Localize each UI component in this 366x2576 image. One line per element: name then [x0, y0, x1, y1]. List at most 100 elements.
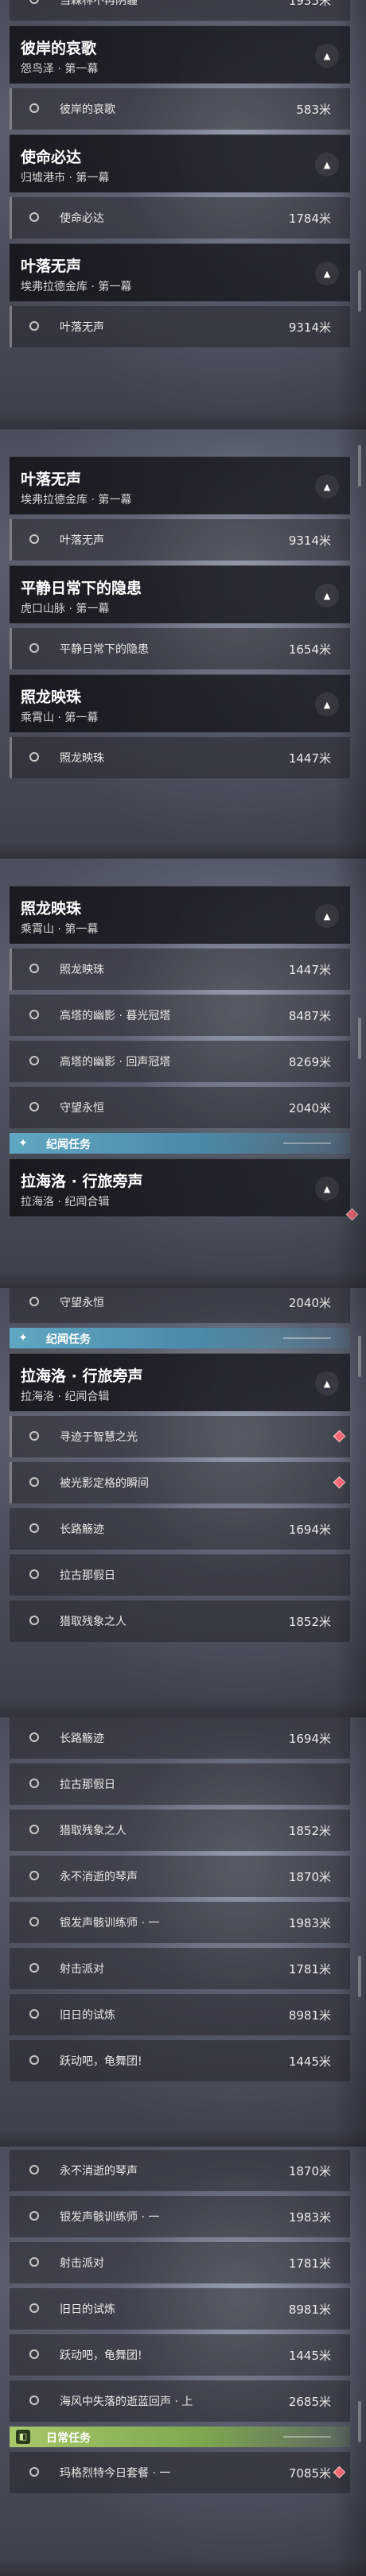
quest-item[interactable]: 当森林不再阴霾 1935米	[10, 0, 350, 21]
track-radio-icon[interactable]	[29, 1871, 39, 1880]
track-radio-icon[interactable]	[29, 2257, 39, 2267]
track-radio-icon[interactable]	[29, 1010, 39, 1019]
quest-header[interactable]: 拉海洛 · 行旅旁声 拉海洛 · 纪闻合辑 ▲	[10, 1158, 359, 1221]
quest-item-name: 永不消逝的琴声	[60, 1871, 138, 1884]
quest-item[interactable]: 彼岸的哀歌 583米	[10, 88, 350, 130]
track-radio-icon[interactable]	[29, 752, 39, 762]
quest-header[interactable]: 使命必达 归墟港市 · 第一幕 ▲	[10, 134, 350, 192]
quest-title: 拉海洛 · 行旅旁声	[21, 1173, 143, 1190]
track-radio-icon[interactable]	[29, 1963, 39, 1973]
collapse-icon[interactable]: ▲	[315, 904, 339, 928]
quest-header[interactable]: 叶落无声 埃弗拉德金库 · 第一幕 ▲	[10, 456, 350, 514]
quest-item-name: 拉古那假日	[60, 1779, 115, 1791]
scrollbar[interactable]	[358, 1336, 361, 1377]
track-radio-icon[interactable]	[29, 1569, 39, 1579]
track-radio-icon[interactable]	[29, 1056, 39, 1065]
quest-item[interactable]: 守望永恒 2040米	[10, 1288, 350, 1323]
track-radio-icon[interactable]	[29, 1102, 39, 1111]
collapse-icon[interactable]: ▲	[315, 44, 339, 68]
collapse-icon[interactable]: ▲	[315, 262, 339, 285]
quest-item[interactable]: 拉古那假日	[10, 1763, 350, 1805]
track-radio-icon[interactable]	[29, 1825, 39, 1834]
quest-distance: 1784米	[288, 211, 331, 226]
quest-item[interactable]: 叶落无声 9314米	[10, 519, 350, 561]
scrollbar[interactable]	[358, 270, 361, 312]
track-radio-icon[interactable]	[29, 1917, 39, 1926]
quest-item[interactable]: 长路觞迹 1694米	[10, 1508, 350, 1550]
track-radio-icon[interactable]	[29, 2211, 39, 2221]
quest-header[interactable]: 照龙映珠 乘霄山 · 第一幕 ▲	[10, 886, 350, 944]
quest-item[interactable]: 平静日常下的隐患 1654米	[10, 628, 350, 669]
collapse-icon[interactable]: ▲	[315, 1371, 339, 1395]
quest-item[interactable]: 旧日的试炼 8981米	[10, 1994, 350, 2035]
quest-item[interactable]: 猎取残象之人 1852米	[10, 1810, 350, 1851]
quest-item[interactable]: 玛格烈特今日套餐 · 一 7085米	[10, 2452, 350, 2493]
quest-subtitle: 拉海洛 · 纪闻合辑	[21, 1391, 110, 1403]
quest-header[interactable]: 平静日常下的隐患 虎口山脉 · 第一幕 ▲	[10, 565, 350, 623]
track-radio-icon[interactable]	[29, 2349, 39, 2359]
collapse-icon[interactable]: ▲	[315, 584, 339, 607]
quest-item[interactable]: 高塔的幽影 · 暮光冠塔 8487米	[10, 995, 350, 1036]
quest-header[interactable]: 拉海洛 · 行旅旁声 拉海洛 · 纪闻合辑 ▲	[10, 1353, 350, 1411]
track-radio-icon[interactable]	[29, 1779, 39, 1788]
quest-item[interactable]: 守望永恒 2040米	[10, 1087, 350, 1128]
quest-item[interactable]: 拉古那假日	[10, 1554, 350, 1596]
screenshot-frame: 照龙映珠 乘霄山 · 第一幕 ▲ 照龙映珠 1447米 高塔的幽影 · 暮光冠塔 8487米…	[0, 859, 366, 1288]
track-radio-icon[interactable]	[29, 2009, 39, 2019]
collapse-icon[interactable]: ▲	[315, 153, 339, 177]
quest-item[interactable]: 永不消逝的琴声 1870米	[10, 2150, 350, 2191]
track-radio-icon[interactable]	[29, 321, 39, 331]
track-radio-icon[interactable]	[29, 2396, 39, 2405]
quest-item-name: 旧日的试炼	[60, 2009, 115, 2022]
track-radio-icon[interactable]	[29, 2303, 39, 2313]
scrollbar[interactable]	[358, 1956, 361, 1997]
track-radio-icon[interactable]	[29, 2467, 39, 2477]
quest-header[interactable]: 叶落无声 埃弗拉德金库 · 第一幕 ▲	[10, 243, 350, 301]
quest-item[interactable]: 跃动吧，龟舞团! 1445米	[10, 2040, 350, 2081]
scrollbar[interactable]	[358, 445, 361, 487]
collapse-icon[interactable]: ▲	[315, 475, 339, 499]
quest-item[interactable]: 照龙映珠 1447米	[10, 949, 350, 990]
track-radio-icon[interactable]	[29, 103, 39, 113]
track-radio-icon[interactable]	[29, 1431, 39, 1441]
quest-list: 永不消逝的琴声 1870米 银发声骸训练师 · 一 1983米 射击派对 1781米 旧日的…	[10, 2150, 350, 2498]
track-radio-icon[interactable]	[29, 0, 39, 4]
track-radio-icon[interactable]	[29, 1477, 39, 1487]
track-radio-icon[interactable]	[29, 1732, 39, 1742]
quest-item[interactable]: 猎取残象之人 1852米	[10, 1600, 350, 1642]
quest-item[interactable]: 跃动吧，龟舞团! 1445米	[10, 2334, 350, 2376]
quest-item[interactable]: 长路觞迹 1694米	[10, 1717, 350, 1759]
quest-item[interactable]: 叶落无声 9314米	[10, 306, 350, 347]
track-radio-icon[interactable]	[29, 212, 39, 222]
quest-item[interactable]: 银发声骸训练师 · 一 1983米	[10, 1902, 350, 1943]
quest-item[interactable]: 被光影定格的瞬间	[10, 1462, 350, 1503]
quest-header[interactable]: 彼岸的哀歌 怨鸟泽 · 第一幕 ▲	[10, 25, 350, 83]
quest-item[interactable]: 使命必达 1784米	[10, 197, 350, 239]
quest-subtitle: 怨鸟泽 · 第一幕	[21, 63, 99, 76]
track-radio-icon[interactable]	[29, 2055, 39, 2065]
quest-item-name: 拉古那假日	[60, 1569, 115, 1582]
quest-item[interactable]: 寻迹于智慧之光	[10, 1416, 350, 1457]
quest-item[interactable]: 射击派对 1781米	[10, 1948, 350, 1989]
quest-item[interactable]: 射击派对 1781米	[10, 2242, 350, 2283]
track-radio-icon[interactable]	[29, 643, 39, 653]
collapse-icon[interactable]: ▲	[315, 1177, 339, 1201]
quest-item[interactable]: 高塔的幽影 · 回声冠塔 8269米	[10, 1041, 350, 1082]
quest-header[interactable]: 照龙映珠 乘霄山 · 第一幕 ▲	[10, 674, 350, 732]
quest-item[interactable]: 旧日的试炼 8981米	[10, 2288, 350, 2330]
track-radio-icon[interactable]	[29, 964, 39, 973]
quest-item[interactable]: 银发声骸训练师 · 一 1983米	[10, 2196, 350, 2237]
track-radio-icon[interactable]	[29, 1523, 39, 1533]
collapse-icon[interactable]: ▲	[315, 692, 339, 716]
quest-item[interactable]: 永不消逝的琴声 1870米	[10, 1856, 350, 1897]
daily-task-icon: ◧	[16, 2430, 30, 2444]
quest-item[interactable]: 照龙映珠 1447米	[10, 737, 350, 778]
track-radio-icon[interactable]	[29, 1616, 39, 1625]
track-radio-icon[interactable]	[29, 534, 39, 544]
scrollbar[interactable]	[358, 1018, 361, 1059]
track-radio-icon[interactable]	[29, 1297, 39, 1306]
scrollbar[interactable]	[358, 2401, 361, 2442]
quest-distance: 7085米	[288, 2466, 331, 2481]
track-radio-icon[interactable]	[29, 2165, 39, 2174]
quest-item[interactable]: 海风中失落的逝蓝回声 · 上 2685米	[10, 2380, 350, 2422]
